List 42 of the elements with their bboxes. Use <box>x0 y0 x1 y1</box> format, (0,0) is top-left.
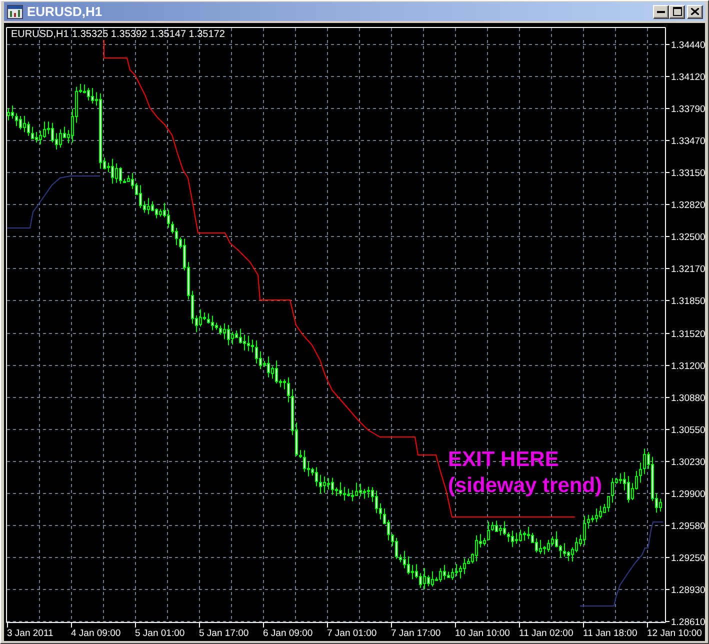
price-label: 1.32500 <box>671 232 705 243</box>
price-label: 1.30550 <box>671 425 705 436</box>
price-label: 1.31200 <box>671 361 705 372</box>
window-icon <box>7 4 23 18</box>
time-label: 10 Jan 10:00 <box>455 628 510 639</box>
price-label: 1.34120 <box>671 72 705 83</box>
minimize-icon <box>657 10 665 12</box>
time-label: 11 Jan 02:00 <box>519 628 574 639</box>
window-title: EURUSD,H1 <box>27 4 102 19</box>
price-label: 1.29900 <box>671 489 705 500</box>
close-icon <box>691 8 699 15</box>
annotation-text: (sideway trend) <box>448 474 602 497</box>
price-label: 1.33790 <box>671 104 705 115</box>
price-label: 1.33470 <box>671 136 705 147</box>
time-label: 7 Jan 17:00 <box>391 628 441 639</box>
price-label: 1.32170 <box>671 264 705 275</box>
time-label: 4 Jan 09:00 <box>71 628 121 639</box>
close-button[interactable] <box>687 4 703 18</box>
time-label: 5 Jan 01:00 <box>135 628 185 639</box>
symbol-label: EURUSD,H1 <box>11 29 69 40</box>
time-label: 5 Jan 17:00 <box>199 628 249 639</box>
time-label: 11 Jan 18:00 <box>583 628 638 639</box>
price-label: 1.32820 <box>671 200 705 211</box>
ohlc-values: 1.35325 1.35392 1.35147 1.35172 <box>72 29 225 40</box>
time-label: 7 Jan 01:00 <box>327 628 377 639</box>
price-label: 1.29580 <box>671 521 705 532</box>
maximize-icon <box>672 7 682 16</box>
price-label: 1.31850 <box>671 296 705 307</box>
price-label: 1.30880 <box>671 393 705 404</box>
time-label: 3 Jan 2011 <box>7 628 54 639</box>
annotation-text: EXIT HERE <box>448 448 559 471</box>
price-label: 1.31520 <box>671 329 705 340</box>
price-label: 1.28930 <box>671 585 705 596</box>
price-label: 1.29250 <box>671 553 705 564</box>
price-label: 1.33150 <box>671 168 705 179</box>
time-label: 12 Jan 10:00 <box>647 628 702 639</box>
price-label: 1.34440 <box>671 40 705 51</box>
price-label: 1.28610 <box>671 617 705 628</box>
maximize-button[interactable] <box>669 4 685 18</box>
minimize-button[interactable] <box>653 4 669 18</box>
price-label: 1.30230 <box>671 457 705 468</box>
time-label: 6 Jan 09:00 <box>263 628 313 639</box>
